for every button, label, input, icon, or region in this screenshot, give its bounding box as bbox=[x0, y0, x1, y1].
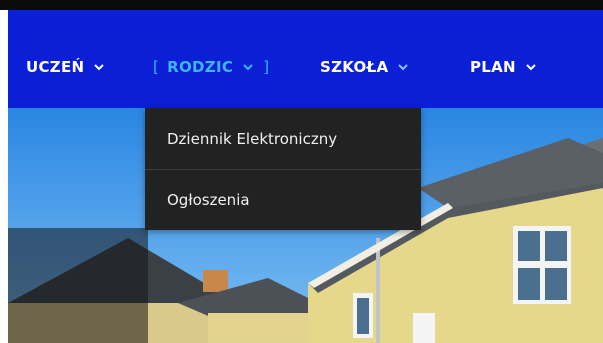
chevron-down-icon bbox=[398, 64, 409, 71]
nav-item-plan[interactable]: PLAN bbox=[470, 58, 538, 76]
chevron-down-icon bbox=[526, 64, 536, 71]
dropdown-item-ogloszenia[interactable]: Ogłoszenia bbox=[145, 169, 421, 230]
dropdown-item-label: Dziennik Elektroniczny bbox=[167, 129, 338, 148]
nav-item-szkola[interactable]: SZKOŁA bbox=[320, 58, 410, 76]
nav-item-label: UCZEŃ bbox=[26, 58, 85, 76]
nav-item-label: SZKOŁA bbox=[320, 58, 389, 76]
overlay-panel bbox=[8, 228, 148, 343]
main-navigation: UCZEŃ [ RODZIC ] SZKOŁA PLAN bbox=[8, 10, 603, 108]
page: UCZEŃ [ RODZIC ] SZKOŁA PLAN Dziennik El… bbox=[0, 0, 603, 343]
chevron-down-icon bbox=[243, 64, 253, 71]
bracket-open: [ bbox=[153, 58, 160, 76]
nav-item-uczen[interactable]: UCZEŃ bbox=[26, 58, 106, 76]
rodzic-dropdown-menu: Dziennik Elektroniczny Ogłoszenia bbox=[145, 108, 421, 230]
dropdown-item-label: Ogłoszenia bbox=[167, 191, 250, 209]
nav-item-label: PLAN bbox=[470, 58, 516, 76]
nav-item-rodzic[interactable]: [ RODZIC ] bbox=[153, 58, 269, 76]
nav-item-label: RODZIC bbox=[167, 58, 234, 76]
top-bar bbox=[0, 0, 603, 10]
dropdown-item-dziennik[interactable]: Dziennik Elektroniczny bbox=[145, 108, 421, 169]
bracket-close: ] bbox=[263, 58, 270, 76]
chevron-down-icon bbox=[94, 64, 105, 71]
